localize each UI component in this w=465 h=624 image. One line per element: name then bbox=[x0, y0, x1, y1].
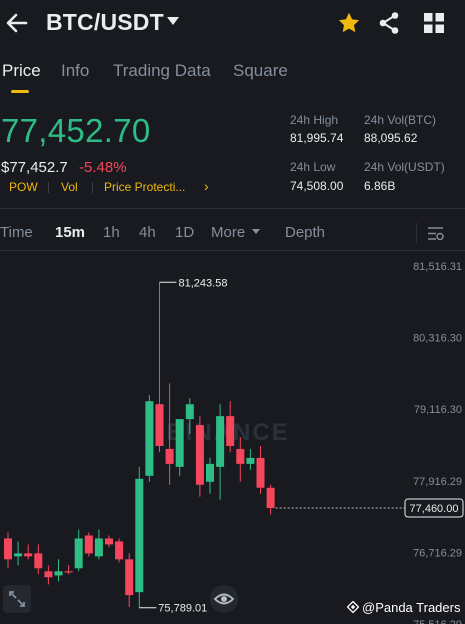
tag-vol[interactable]: Vol bbox=[61, 180, 78, 194]
more-caret-icon[interactable] bbox=[252, 229, 260, 234]
candle-body bbox=[74, 538, 83, 569]
y-axis-tick-label: 76,716.29 bbox=[413, 547, 462, 559]
interval-1d[interactable]: 1D bbox=[175, 224, 194, 241]
candle-body bbox=[226, 416, 235, 446]
candle-body bbox=[125, 559, 134, 596]
divider bbox=[0, 208, 465, 209]
candle-body bbox=[4, 538, 12, 560]
candle-body bbox=[236, 448, 245, 464]
price-change-percent: -5.48% bbox=[79, 159, 127, 176]
tag-separator bbox=[48, 182, 49, 193]
candle-body bbox=[24, 553, 33, 557]
candle-body bbox=[246, 457, 255, 464]
current-price-label: 77,460.00 bbox=[410, 503, 459, 515]
tag-pow[interactable]: POW bbox=[9, 180, 38, 194]
fiat-price: $77,452.7 bbox=[1, 159, 68, 176]
candle-body bbox=[266, 487, 275, 509]
candlestick-chart[interactable]: BINANCE 81,516.3180,316.3079,116.3077,91… bbox=[0, 251, 465, 624]
y-axis-tick-label: 81,516.31 bbox=[413, 261, 462, 273]
candle-body bbox=[206, 463, 214, 482]
tag-price-protection[interactable]: Price Protecti... bbox=[104, 180, 185, 194]
depth-tab[interactable]: Depth bbox=[285, 224, 325, 241]
tag-separator bbox=[92, 182, 93, 193]
trading-pair-selector[interactable]: BTC/USDT bbox=[46, 9, 164, 36]
stat-24h-vol-usdt-label: 24h Vol(USDT) bbox=[364, 160, 445, 174]
active-tab-indicator bbox=[11, 90, 29, 93]
stat-24h-high-value: 81,995.74 bbox=[290, 131, 344, 145]
interval-4h[interactable]: 4h bbox=[139, 224, 156, 241]
candle-body bbox=[216, 416, 225, 467]
source-watermark: @Panda Traders bbox=[362, 600, 461, 615]
stat-24h-vol-btc-value: 88,095.62 bbox=[364, 131, 418, 145]
header-bar: BTC/USDT bbox=[0, 0, 465, 52]
divider bbox=[416, 223, 417, 243]
caret-down-icon[interactable] bbox=[167, 17, 179, 25]
stat-24h-high-label: 24h High bbox=[290, 113, 339, 127]
stat-24h-low-label: 24h Low bbox=[290, 160, 336, 174]
stat-24h-vol-usdt-value: 6.86B bbox=[364, 179, 396, 193]
interval-time[interactable]: Time bbox=[0, 224, 33, 241]
candle-body bbox=[34, 553, 43, 569]
tags-more-chevron-icon[interactable]: › bbox=[204, 178, 209, 194]
candle-body bbox=[175, 419, 184, 467]
min-price-label: 75,789.01 bbox=[158, 603, 207, 615]
candle-body bbox=[256, 457, 265, 488]
candle-body bbox=[195, 425, 204, 485]
binance-logo-icon bbox=[347, 601, 359, 613]
tab-trading-data[interactable]: Trading Data bbox=[113, 61, 211, 81]
candle-body bbox=[44, 571, 53, 578]
interval-15m[interactable]: 15m bbox=[55, 224, 85, 241]
eye-icon bbox=[213, 593, 235, 605]
candle-body bbox=[185, 404, 194, 420]
candle-body bbox=[115, 541, 124, 560]
stat-24h-vol-btc-label: 24h Vol(BTC) bbox=[364, 113, 437, 127]
y-axis-tick-label: 77,916.29 bbox=[413, 476, 462, 488]
interval-1h[interactable]: 1h bbox=[103, 224, 120, 241]
chart-settings-icon[interactable] bbox=[427, 225, 444, 242]
expand-chart-button[interactable] bbox=[3, 585, 31, 613]
tab-square[interactable]: Square bbox=[233, 61, 288, 81]
stat-24h-low-value: 74,508.00 bbox=[290, 179, 344, 193]
candle-body bbox=[94, 538, 103, 557]
toggle-visibility-button[interactable] bbox=[210, 585, 238, 613]
max-price-label: 81,243.58 bbox=[179, 277, 228, 289]
candle-body bbox=[145, 401, 154, 476]
candle-body bbox=[165, 448, 174, 464]
candle-body bbox=[84, 535, 93, 554]
share-icon[interactable] bbox=[378, 11, 400, 35]
y-axis-tick-label: 79,116.30 bbox=[414, 404, 462, 416]
candle-body bbox=[105, 538, 113, 545]
y-axis-tick-label: 80,316.30 bbox=[413, 333, 462, 345]
back-arrow-icon[interactable] bbox=[4, 10, 30, 36]
expand-icon bbox=[9, 591, 25, 607]
y-axis-tick-label: 75,516.29 bbox=[413, 619, 462, 624]
interval-more[interactable]: More bbox=[211, 224, 245, 241]
tab-info[interactable]: Info bbox=[61, 61, 89, 81]
candle-body bbox=[135, 478, 144, 593]
grid-icon[interactable] bbox=[424, 13, 444, 33]
last-price: 77,452.70 bbox=[1, 112, 151, 149]
star-icon[interactable] bbox=[337, 11, 361, 35]
candle-body bbox=[64, 571, 73, 573]
candle-body bbox=[54, 571, 63, 576]
candle-body bbox=[155, 404, 164, 446]
candle-body bbox=[14, 553, 23, 557]
tab-price[interactable]: Price bbox=[2, 61, 41, 81]
